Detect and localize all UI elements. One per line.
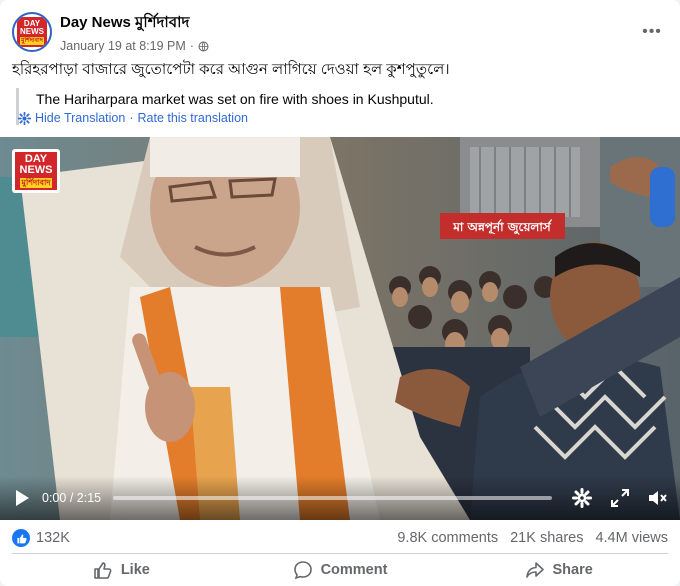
post-header: DAY NEWS মুর্শিদাবাদ Day News মুর্শিদাবা…: [12, 10, 668, 54]
current-time: 0:00: [42, 491, 67, 505]
translate-gear-icon[interactable]: [18, 111, 31, 125]
page-avatar[interactable]: DAY NEWS মুর্শিদাবাদ: [12, 12, 52, 52]
post-stats: 132K 9.8K comments 21K shares 4.4M views: [12, 527, 668, 549]
time-separator: /: [69, 491, 74, 505]
play-button[interactable]: [10, 486, 34, 510]
engagement-counts: 9.8K comments 21K shares 4.4M views: [397, 530, 668, 546]
thumbs-up-icon: [94, 562, 112, 579]
play-icon: [16, 490, 29, 506]
post-timestamp[interactable]: January 19 at 8:19 PM: [60, 39, 186, 53]
hide-translation-link[interactable]: Hide Translation: [35, 111, 125, 125]
volume-button[interactable]: [646, 486, 670, 510]
more-icon: •••: [642, 23, 662, 40]
video-controls-right: [570, 486, 670, 510]
post-meta-line: January 19 at 8:19 PM ·: [60, 39, 636, 53]
video-time: 0:00 / 2:15: [42, 491, 101, 505]
share-button[interactable]: Share: [449, 556, 668, 584]
page-name-link[interactable]: Day News মুর্শিদাবাদ: [60, 11, 636, 36]
like-label: Like: [120, 562, 150, 578]
comment-label: Comment: [320, 562, 388, 578]
post-message: হরিহরপাড়া বাজারে জুতোপেটা করে আগুন লাগি…: [12, 61, 450, 78]
comment-icon: [293, 561, 312, 580]
video-player[interactable]: মা অন্নপূর্না জুয়েলার্স DAY NEWS মুর্শি…: [0, 137, 680, 520]
volume-muted-icon: [649, 491, 667, 505]
meta-separator: ·: [189, 39, 194, 53]
progress-bar[interactable]: [113, 496, 552, 500]
comments-count[interactable]: 9.8K comments: [397, 530, 498, 546]
link-separator: ·: [129, 111, 134, 125]
post-card: DAY NEWS মুর্শিদাবাদ Day News মুর্শিদাবা…: [0, 0, 680, 586]
watermark-line-3: মুর্শিদাবাদ: [19, 178, 53, 188]
more-options-button[interactable]: •••: [636, 16, 668, 48]
logo-line-3: মুর্শিদাবাদ: [20, 36, 44, 45]
shop-banner: মা অন্নপূর্না জুয়েলার্স: [452, 219, 552, 236]
reaction-count[interactable]: 132K: [36, 530, 70, 546]
duration: 2:15: [76, 491, 102, 505]
translation-text: The Hariharpara market was set on fire w…: [36, 91, 434, 107]
video-controls: 0:00 / 2:15: [0, 476, 680, 520]
rate-translation-link[interactable]: Rate this translation: [138, 111, 248, 125]
shares-count[interactable]: 21K shares: [510, 530, 583, 546]
views-count: 4.4M views: [595, 530, 668, 546]
settings-icon: [572, 488, 592, 508]
watermark-line-2: NEWS: [19, 164, 53, 176]
post-meta: Day News মুর্শিদাবাদ January 19 at 8:19 …: [60, 11, 636, 53]
page-logo: DAY NEWS মুর্শিদাবাদ: [17, 17, 47, 47]
actions-divider: [12, 553, 668, 554]
fullscreen-icon: [611, 489, 629, 507]
settings-button[interactable]: [570, 486, 594, 510]
action-bar: Like Comment Share: [12, 556, 668, 584]
video-frame: মা অন্নপূর্না জুয়েলার্স: [0, 137, 680, 520]
share-label: Share: [552, 562, 593, 578]
like-button[interactable]: Like: [12, 556, 231, 584]
logo-line-2: NEWS: [20, 26, 44, 36]
channel-watermark: DAY NEWS মুর্শিদাবাদ: [12, 149, 60, 193]
translation-links: Hide Translation · Rate this translation: [18, 111, 668, 125]
translation-block: The Hariharpara market was set on fire w…: [16, 88, 668, 125]
comment-button[interactable]: Comment: [231, 556, 450, 584]
share-icon: [525, 562, 544, 578]
watermark-logo: DAY NEWS মুর্শিদাবাদ: [15, 152, 57, 190]
like-reaction-icon[interactable]: [12, 529, 30, 547]
fullscreen-button[interactable]: [608, 486, 632, 510]
globe-icon[interactable]: [198, 41, 209, 52]
